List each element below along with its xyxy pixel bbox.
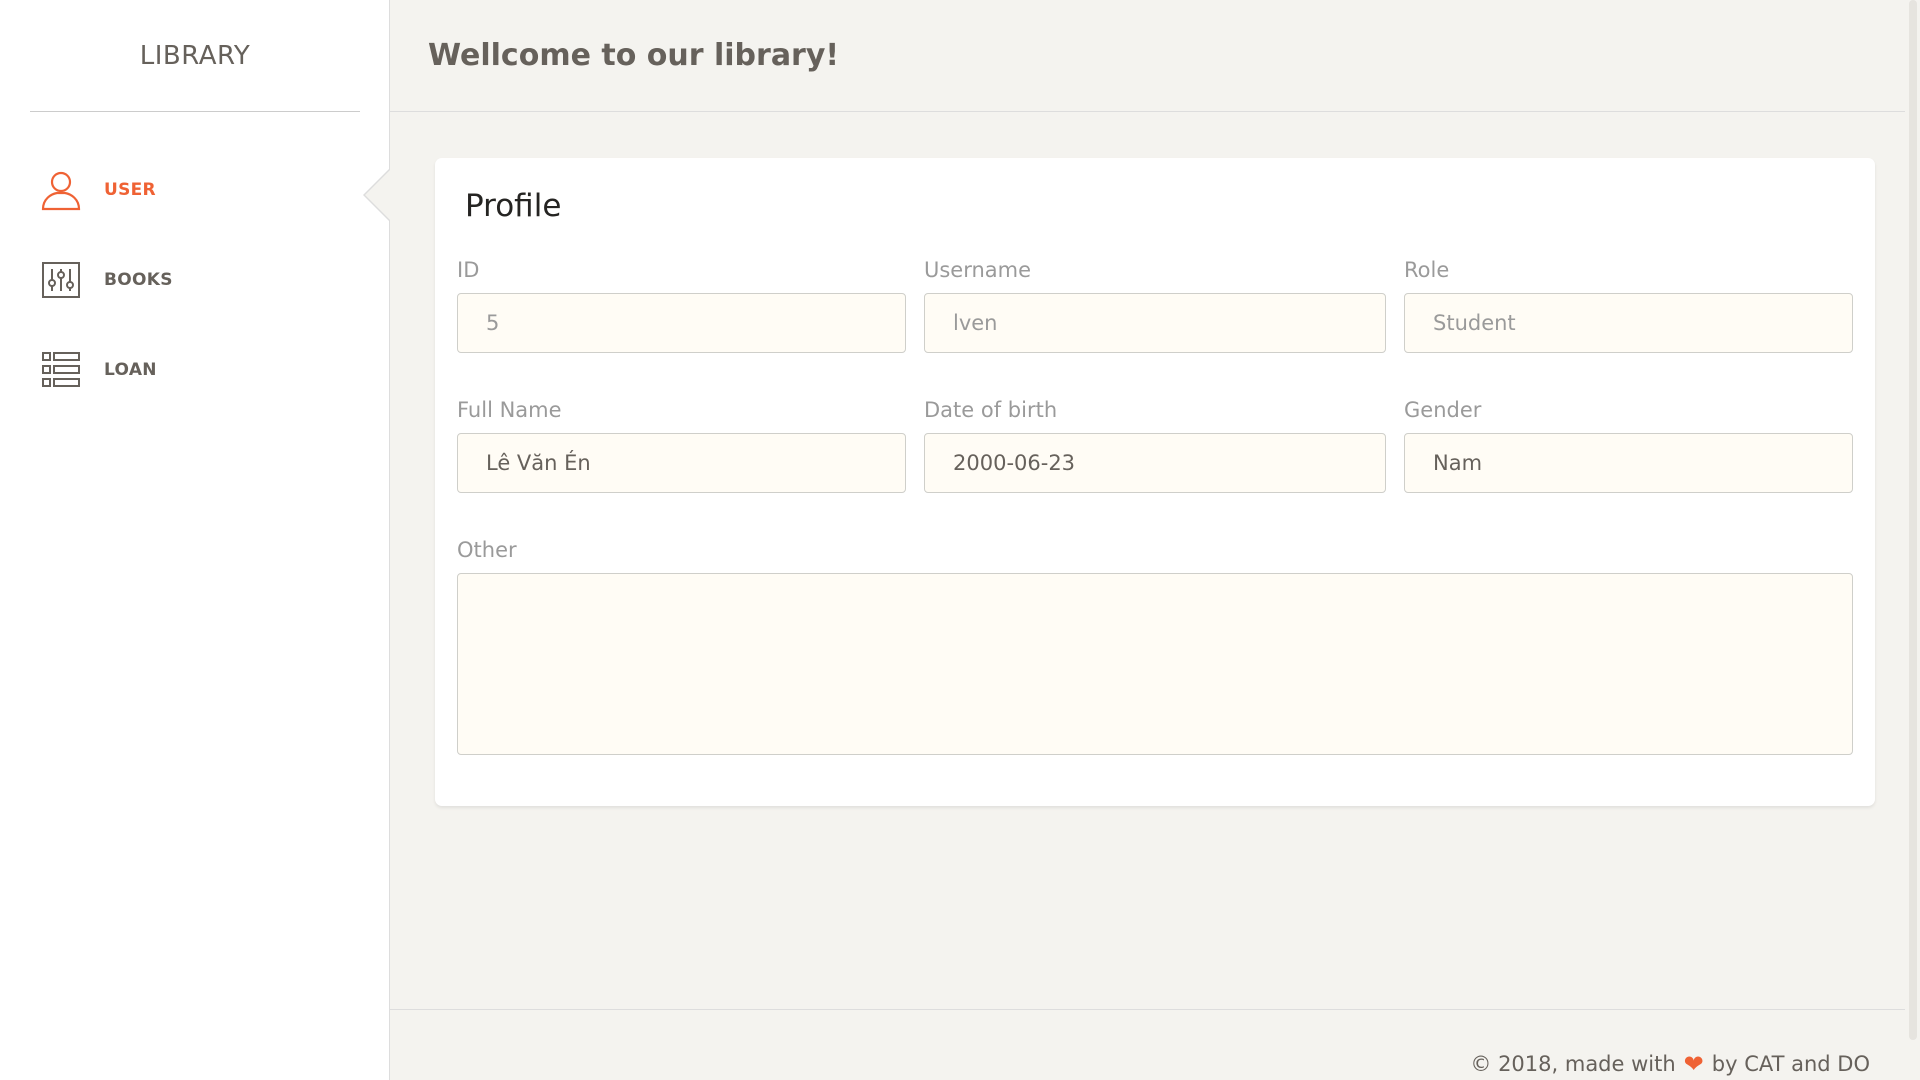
heart-icon: ❤ — [1683, 1050, 1704, 1078]
sidebar-item-label: USER — [104, 180, 156, 200]
sidebar-item-label: BOOKS — [104, 270, 173, 290]
full-name-label: Full Name — [457, 398, 562, 422]
app-root: LIBRARY USER BOOKS LOAN Wellcome to our … — [0, 0, 1920, 1080]
gender-field[interactable]: Nam — [1404, 433, 1853, 493]
dob-field-group: Date of birth 2000-06-23 — [924, 398, 1386, 493]
top-navbar: Wellcome to our library! — [390, 0, 1905, 112]
other-textarea[interactable] — [457, 573, 1853, 755]
full-name-field[interactable]: Lê Văn Én — [457, 433, 906, 493]
list-icon — [40, 349, 82, 391]
id-field[interactable]: 5 — [457, 293, 906, 353]
copyright-suffix: by CAT and DO — [1711, 1052, 1870, 1076]
sidebar: LIBRARY USER BOOKS LOAN — [0, 0, 390, 1080]
sidebar-item-user[interactable]: USER — [0, 160, 390, 221]
scrollbar-thumb[interactable] — [1909, 0, 1917, 1040]
copyright-prefix: © 2018, made with — [1470, 1052, 1676, 1076]
sidebar-nav: USER BOOKS LOAN — [0, 160, 390, 430]
role-label: Role — [1404, 258, 1450, 282]
active-indicator — [365, 170, 390, 220]
id-label: ID — [457, 258, 480, 282]
dob-field[interactable]: 2000-06-23 — [924, 433, 1386, 493]
dob-label: Date of birth — [924, 398, 1058, 422]
footer: © 2018, made with ❤ by CAT and DO — [390, 1009, 1905, 1080]
role-field-group: Role Student — [1404, 258, 1853, 353]
sliders-icon — [40, 259, 82, 301]
username-field-group: Username lven — [924, 258, 1386, 353]
sidebar-item-books[interactable]: BOOKS — [0, 250, 389, 310]
sidebar-item-loan[interactable]: LOAN — [0, 340, 389, 400]
full-name-field-group: Full Name Lê Văn Én — [457, 398, 906, 493]
username-label: Username — [924, 258, 1032, 282]
sidebar-item-label: LOAN — [104, 360, 157, 380]
gender-field-group: Gender Nam — [1404, 398, 1853, 493]
user-icon — [40, 169, 82, 211]
copyright: © 2018, made with ❤ by CAT and DO — [1470, 1050, 1870, 1078]
other-field-group: Other — [457, 538, 1853, 755]
profile-card: Profile ID 5 Username lven Role Student … — [435, 158, 1875, 806]
other-label: Other — [457, 538, 517, 562]
gender-label: Gender — [1404, 398, 1482, 422]
brand-logo[interactable]: LIBRARY — [30, 0, 360, 112]
page-scrollbar[interactable] — [1906, 0, 1920, 1080]
card-title: Profile — [465, 188, 562, 224]
id-field-group: ID 5 — [457, 258, 906, 353]
username-field[interactable]: lven — [924, 293, 1386, 353]
role-field[interactable]: Student — [1404, 293, 1853, 353]
page-title[interactable]: Wellcome to our library! — [428, 38, 839, 73]
